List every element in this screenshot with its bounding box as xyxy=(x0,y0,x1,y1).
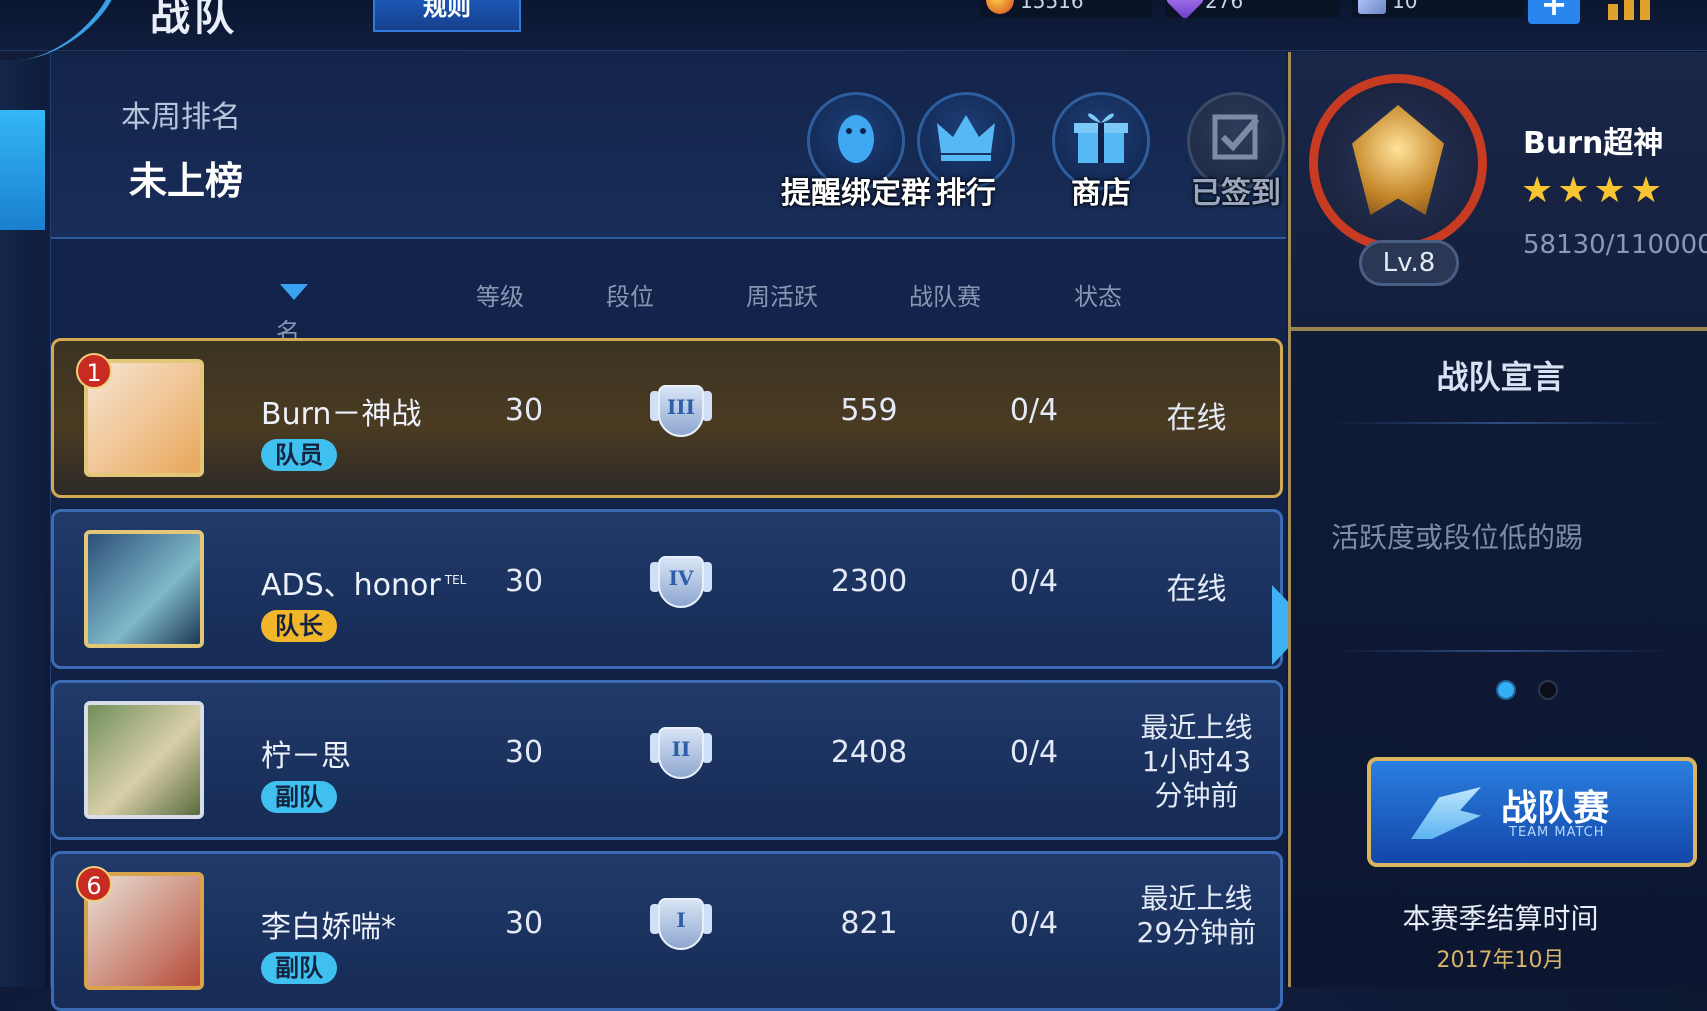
team-emblem-icon xyxy=(1309,74,1487,252)
leaderboard-button[interactable]: 排行 xyxy=(901,92,1031,212)
tier-numeral: II xyxy=(671,737,691,761)
season-settle-label: 本赛季结算时间 xyxy=(1402,902,1599,935)
column-weekly-active: 周活跃 xyxy=(746,283,818,311)
member-row[interactable]: ADS、honor TEL 队长 30 IV 2300 0/4 在线 xyxy=(51,509,1283,669)
team-match-sublabel: TEAM MATCH xyxy=(1509,825,1605,840)
member-table-header: 名字/职务 等级 段位 周活跃 战队赛 状态 xyxy=(51,242,1286,451)
team-card: Lv.8 Burn超神 ★★★★ 58130/110000 xyxy=(1291,52,1707,331)
season-settle-date: 2017年10月 xyxy=(1436,948,1565,973)
column-status: 状态 xyxy=(1074,283,1122,311)
diamond-amount: 276 xyxy=(1205,0,1244,13)
member-team-match: 0/4 xyxy=(1009,906,1059,941)
tier-icon: III xyxy=(626,381,736,443)
team-match-label: 战队赛 xyxy=(1501,788,1610,829)
declaration-text: 活跃度或段位低的踢 xyxy=(1331,521,1584,554)
back-arc-icon[interactable] xyxy=(0,0,135,60)
gold-coin-icon xyxy=(986,0,1014,14)
dragon-icon xyxy=(1411,787,1481,839)
team-info-panel: Lv.8 Burn超神 ★★★★ 58130/110000 战队宣言 活跃度或段… xyxy=(1288,52,1707,987)
member-row[interactable]: 柠－思 副队 30 II 2408 0/4 最近上线 1小时43 分钟前 xyxy=(51,680,1283,840)
team-exp: 58130/110000 xyxy=(1523,230,1707,260)
sort-down-icon xyxy=(280,284,308,300)
member-name: Burn－神战 xyxy=(261,397,422,432)
tier-icon: I xyxy=(626,894,736,956)
member-avatar xyxy=(84,701,204,819)
bar-chart-icon[interactable] xyxy=(1608,0,1654,20)
top-bar: 战队 规则 15516 276 10 + xyxy=(0,0,1707,60)
voucher-counter: 10 xyxy=(1352,0,1524,18)
member-weekly-active: 2408 xyxy=(830,735,908,770)
member-level: 30 xyxy=(504,906,544,941)
declaration-title: 战队宣言 xyxy=(1436,358,1565,396)
tier-numeral: IV xyxy=(668,566,694,590)
member-row[interactable]: 1 Burn－神战 队员 30 III 559 0/4 在线 xyxy=(51,338,1283,498)
tier-numeral: III xyxy=(666,395,696,419)
member-role-badge: 队员 xyxy=(261,439,337,471)
member-role-badge: 副队 xyxy=(261,781,337,813)
member-team-match: 0/4 xyxy=(1009,393,1059,428)
page-dot-active[interactable] xyxy=(1496,680,1516,700)
gold-amount: 15516 xyxy=(1020,0,1084,13)
member-level: 30 xyxy=(504,564,544,599)
recharge-plus-button[interactable]: + xyxy=(1528,0,1580,24)
gold-counter: 15516 xyxy=(980,0,1152,18)
team-level-badge: Lv.8 xyxy=(1359,240,1459,286)
weekly-rank-header: 本周排名 未上榜 提醒绑定群 排行 商店 已签到 xyxy=(51,52,1286,239)
tier-icon: II xyxy=(626,723,736,785)
member-status: 在线 xyxy=(1166,401,1227,436)
tier-icon: IV xyxy=(626,552,736,614)
left-active-tab[interactable] xyxy=(0,110,45,230)
column-team-match: 战队赛 xyxy=(909,283,981,311)
member-level: 30 xyxy=(504,393,544,428)
team-main-panel: 本周排名 未上榜 提醒绑定群 排行 商店 已签到 名字/ xyxy=(50,52,1286,1011)
rank-badge: 1 xyxy=(76,353,112,389)
member-weekly-active: 559 xyxy=(840,393,898,428)
column-level: 等级 xyxy=(476,283,524,311)
team-name: Burn超神 xyxy=(1523,126,1664,161)
shop-label: 商店 xyxy=(1071,176,1131,211)
team-match-button[interactable]: 战队赛 TEAM MATCH xyxy=(1367,757,1697,867)
member-name: ADS、honor TEL xyxy=(261,560,466,604)
member-team-match: 0/4 xyxy=(1009,735,1059,770)
member-role-badge: 副队 xyxy=(261,952,337,984)
weekly-rank-value: 未上榜 xyxy=(129,159,244,203)
voucher-amount: 10 xyxy=(1392,0,1418,13)
member-team-match: 0/4 xyxy=(1009,564,1059,599)
member-status: 最近上线 29分钟前 xyxy=(1136,882,1257,949)
member-avatar xyxy=(84,530,204,648)
member-status: 在线 xyxy=(1166,572,1227,607)
member-level: 30 xyxy=(504,735,544,770)
diamond-counter: 276 xyxy=(1165,0,1340,20)
checked-in-button[interactable]: 已签到 xyxy=(1171,92,1301,212)
page-title: 战队 xyxy=(150,0,238,40)
member-weekly-active: 821 xyxy=(840,906,898,941)
member-role-badge: 队长 xyxy=(261,610,337,642)
shop-button[interactable]: 商店 xyxy=(1036,92,1166,212)
leaderboard-label: 排行 xyxy=(936,176,996,211)
member-name: 李白娇喘* xyxy=(261,910,396,945)
column-name-role[interactable]: 名字/职务 xyxy=(276,277,308,451)
member-name-text: ADS、honor xyxy=(261,568,441,603)
rank-badge: 6 xyxy=(76,866,112,902)
member-status: 最近上线 1小时43 分钟前 xyxy=(1140,711,1253,812)
column-tier: 段位 xyxy=(606,283,654,311)
rules-button[interactable]: 规则 xyxy=(373,0,521,32)
voucher-icon xyxy=(1358,0,1386,14)
team-stars: ★★★★ xyxy=(1521,170,1667,211)
checked-in-label: 已签到 xyxy=(1191,176,1281,211)
tier-numeral: I xyxy=(676,908,686,932)
weekly-rank-label: 本周排名 xyxy=(121,100,241,135)
divider xyxy=(1331,650,1671,652)
member-row[interactable]: 6 李白娇喘* 副队 30 I 821 0/4 最近上线 29分钟前 xyxy=(51,851,1283,1011)
member-name: 柠－思 xyxy=(261,739,351,774)
diamond-icon xyxy=(1165,0,1205,20)
page-dot[interactable] xyxy=(1538,680,1558,700)
member-name-tag: TEL xyxy=(444,573,467,587)
page-indicator xyxy=(1496,680,1580,704)
divider xyxy=(1331,422,1671,424)
member-weekly-active: 2300 xyxy=(830,564,908,599)
